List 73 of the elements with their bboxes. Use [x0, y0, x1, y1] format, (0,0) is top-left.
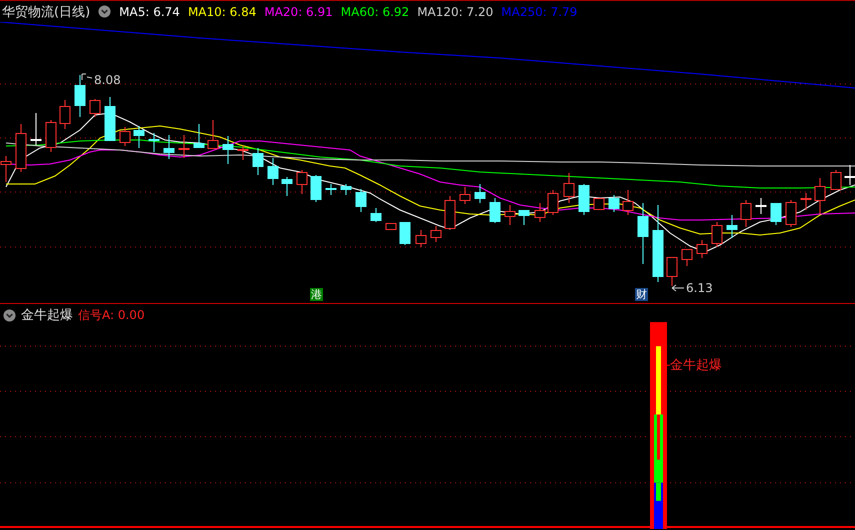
- candlestick: [400, 222, 410, 246]
- chart-title: 华贸物流(日线): [2, 4, 90, 20]
- high-pointer-icon: [82, 74, 92, 80]
- candlestick: [756, 198, 766, 214]
- candlestick: [16, 124, 26, 172]
- candlestick: [340, 184, 352, 196]
- candlestick: [134, 126, 144, 148]
- candlestick: [444, 196, 456, 230]
- candlestick: [712, 222, 722, 248]
- candlestick: [30, 112, 42, 146]
- candlestick: [594, 198, 604, 210]
- candlestick: [564, 172, 574, 204]
- candlestick: [194, 124, 204, 148]
- moving-average-value: MA250: 7.79: [501, 4, 578, 18]
- dropdown-icon[interactable]: [98, 5, 112, 18]
- candlestick: [60, 100, 70, 130]
- candlestick: [474, 184, 486, 204]
- moving-average-value: MA60: 6.92: [340, 4, 410, 18]
- high-price-label: 8.08: [94, 73, 121, 87]
- candlestick: [296, 170, 308, 194]
- candlestick: [622, 190, 634, 216]
- candlestick: [548, 190, 558, 216]
- candlestick: [148, 132, 160, 152]
- candlestick: [46, 120, 56, 152]
- event-marker[interactable]: 港: [310, 288, 323, 301]
- candlestick: [268, 158, 278, 186]
- candlestick: [608, 194, 620, 212]
- candlestick: [164, 134, 174, 160]
- candlestick: [222, 136, 234, 164]
- candlestick: [638, 202, 648, 264]
- candlestick: [800, 192, 812, 210]
- candlestick: [830, 170, 842, 190]
- signal-label: 金牛起爆: [670, 357, 722, 374]
- candlestick: [120, 126, 130, 146]
- candlestick: [578, 184, 590, 216]
- candlestick: [786, 200, 796, 228]
- signal-value: 信号A: 0.00: [78, 306, 145, 324]
- candlestick: [490, 198, 500, 224]
- candlestick: [74, 74, 86, 118]
- moving-average-value: MA20: 6.91: [264, 4, 333, 18]
- low-price-label: 6.13: [686, 281, 713, 295]
- candlestick: [208, 120, 218, 150]
- candlestick: [430, 226, 442, 242]
- candlestick: [326, 184, 336, 196]
- candlestick: [666, 256, 678, 286]
- candlestick: [504, 204, 516, 226]
- candlestick: [386, 222, 396, 230]
- moving-average-value: MA10: 6.84: [188, 4, 256, 18]
- candlestick: [416, 230, 426, 248]
- candlestick: [90, 98, 100, 118]
- low-pointer-icon: [672, 284, 684, 292]
- candlestick: [518, 210, 530, 226]
- candlestick: [252, 148, 264, 176]
- candlestick: [740, 200, 752, 228]
- moving-average-value: MA5: 6.74: [119, 4, 180, 18]
- candlestick: [282, 176, 292, 196]
- candlestick: [178, 134, 190, 158]
- candlestick: [460, 186, 470, 204]
- candlestick: [814, 178, 826, 214]
- candlestick: [682, 248, 692, 266]
- event-marker[interactable]: 财: [635, 288, 648, 301]
- candlestick: [104, 96, 116, 142]
- candlestick: [356, 188, 366, 212]
- candlestick: [534, 202, 546, 222]
- candlestick: [770, 202, 782, 226]
- candlestick: [370, 208, 382, 222]
- candlestick: [310, 174, 322, 202]
- candlestick: [726, 214, 738, 238]
- candlestick: [238, 146, 248, 160]
- dropdown-icon[interactable]: [3, 308, 16, 322]
- moving-average-value: MA120: 7.20: [417, 4, 494, 18]
- candlestick: [696, 240, 708, 258]
- indicator-title: 金牛起爆: [21, 307, 73, 324]
